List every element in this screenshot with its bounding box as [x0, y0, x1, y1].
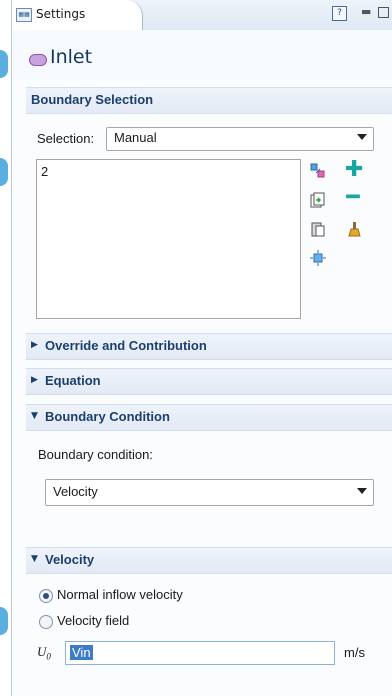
paste-selection-icon[interactable]: [310, 163, 326, 179]
chevron-right-icon: ▶: [31, 340, 38, 350]
u0-symbol: U: [37, 644, 47, 659]
help-icon[interactable]: ?: [332, 6, 347, 21]
boundary-condition-value: Velocity: [53, 484, 98, 499]
chevron-down-icon: [357, 134, 367, 140]
chevron-down-icon: [357, 488, 367, 494]
tab-settings-label: Settings: [36, 7, 86, 21]
settings-panel: ▦▦ Settings ? ▬ Inlet Boundary Selection…: [11, 0, 392, 696]
adjacent-window-strip: [0, 0, 11, 696]
adjacent-window-marker: [0, 607, 8, 635]
selection-label: Selection:: [37, 131, 95, 146]
u0-label: U0: [37, 644, 51, 662]
remove-from-selection-icon[interactable]: ━: [345, 187, 361, 209]
radio-normal-inflow-velocity[interactable]: [39, 589, 53, 603]
add-to-selection-icon[interactable]: ✚: [345, 159, 363, 181]
radio-label: Velocity field: [57, 613, 130, 628]
boundary-condition-label: Boundary condition:: [38, 447, 153, 462]
section-equation-header[interactable]: ▶ Equation: [26, 368, 392, 395]
chevron-down-icon: ▼: [31, 554, 38, 564]
clear-selection-icon[interactable]: [310, 221, 326, 237]
settings-grid-icon: ▦▦: [16, 8, 32, 22]
section-label: Override and Contribution: [45, 338, 207, 353]
minimize-icon[interactable]: ▬: [361, 5, 371, 18]
u0-unit: m/s: [344, 645, 365, 660]
boundary-condition-dropdown[interactable]: Velocity: [45, 479, 374, 506]
section-boundary-condition-header[interactable]: ▼ Boundary Condition: [26, 404, 392, 431]
selection-value: Manual: [114, 130, 157, 145]
list-item[interactable]: 2: [41, 164, 48, 179]
chevron-down-icon: ▼: [31, 411, 38, 421]
selection-dropdown[interactable]: Manual: [106, 127, 374, 151]
section-label: Velocity: [45, 552, 95, 567]
adjacent-window-marker: [0, 158, 8, 186]
section-override-header[interactable]: ▶ Override and Contribution: [26, 333, 392, 360]
section-label: Equation: [45, 373, 101, 388]
u0-value[interactable]: Vin: [70, 645, 93, 660]
tab-settings[interactable]: ▦▦ Settings: [12, 0, 143, 30]
clear-brush-icon[interactable]: [346, 221, 362, 237]
page-header: Inlet: [12, 30, 392, 80]
u0-subscript: 0: [46, 651, 51, 662]
chevron-right-icon: ▶: [31, 375, 38, 385]
zoom-to-selection-icon[interactable]: [310, 250, 326, 266]
adjacent-window-marker: [0, 50, 8, 78]
radio-label: Normal inflow velocity: [57, 587, 183, 602]
section-label: Boundary Selection: [31, 92, 154, 107]
maximize-icon[interactable]: [378, 7, 389, 18]
section-velocity-header[interactable]: ▼ Velocity: [26, 547, 392, 574]
u0-input[interactable]: Vin: [65, 641, 335, 665]
section-boundary-selection-header[interactable]: Boundary Selection: [26, 87, 392, 114]
page-title: Inlet: [50, 46, 93, 68]
boundary-selection-list[interactable]: 2: [36, 159, 301, 319]
copy-selection-icon[interactable]: [310, 192, 326, 208]
inlet-boundary-icon: [29, 54, 47, 66]
tab-bar: ▦▦ Settings ? ▬: [12, 0, 392, 31]
section-label: Boundary Condition: [45, 409, 170, 424]
radio-velocity-field[interactable]: [39, 615, 53, 629]
